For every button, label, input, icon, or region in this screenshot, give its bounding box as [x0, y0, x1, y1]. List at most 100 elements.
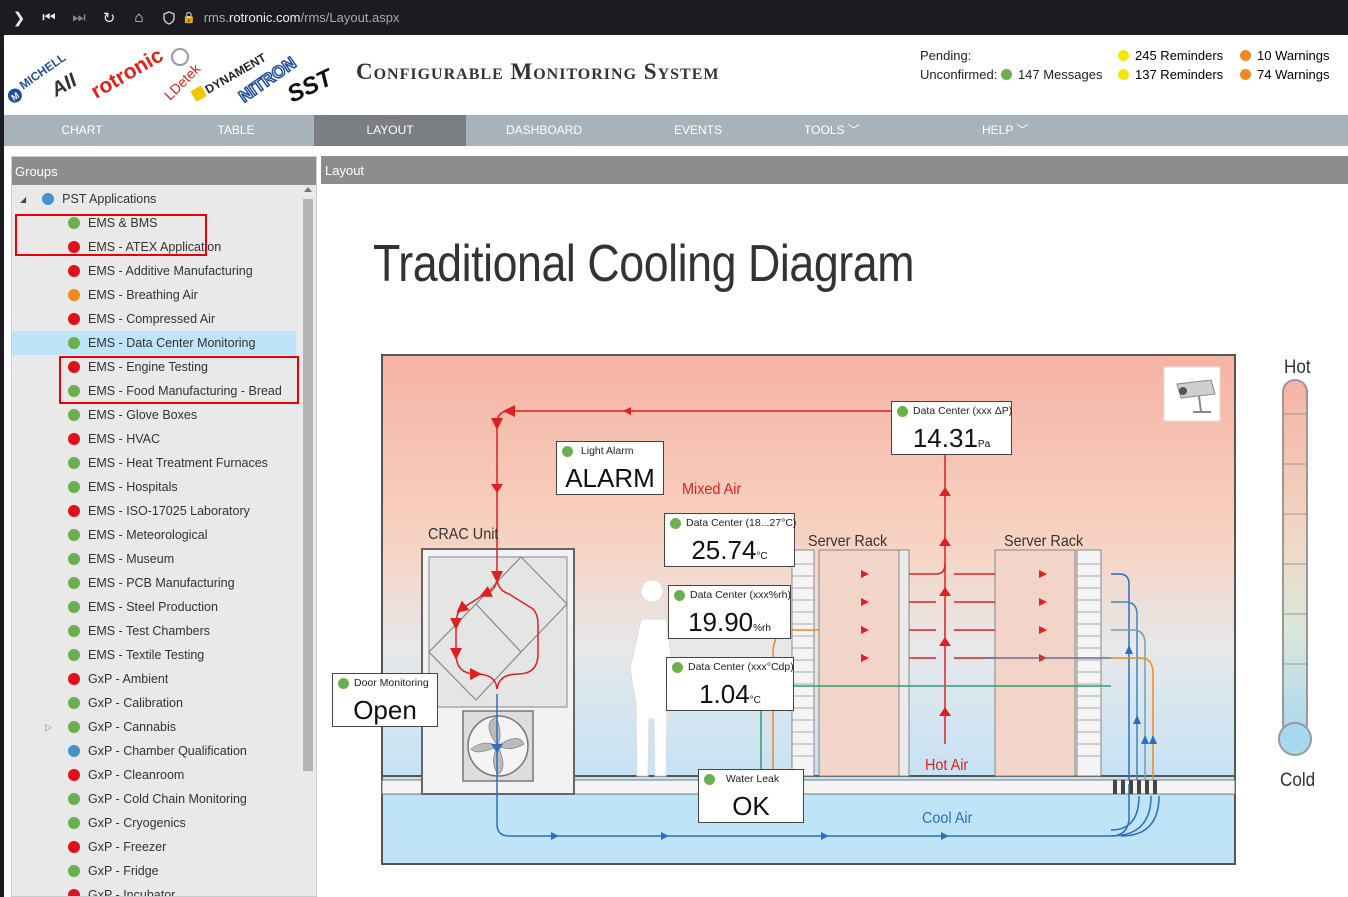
hot-air-label: Hot Air [925, 757, 969, 774]
tree-scrollbar[interactable] [300, 185, 316, 896]
menu-dashboard[interactable]: DASHBOARD [486, 115, 602, 146]
status-dot-icon [68, 409, 80, 421]
expand-triangle-icon[interactable]: ▷ [45, 722, 52, 733]
status-dot-icon [68, 289, 80, 301]
pending-status: Pending: Unconfirmed: 147 Messages [920, 46, 1103, 84]
warnings-unconfirmed[interactable]: 74 Warnings [1257, 65, 1330, 84]
tree-root[interactable]: ◢ PST Applications [20, 187, 304, 211]
tree-item[interactable]: EMS - PCB Manufacturing [12, 571, 296, 595]
reminders-pending[interactable]: 245 Reminders [1135, 46, 1223, 65]
reload-icon[interactable]: ↻ [98, 7, 120, 29]
server-rack-2-label: Server Rack [1004, 533, 1084, 550]
groups-panel: Groups ◢ PST Applications EMS & BMS EMS -… [11, 156, 317, 897]
home-icon[interactable]: ⌂ [128, 7, 150, 29]
reminder-icon [1118, 50, 1129, 61]
menu-tools[interactable]: TOOLS ﹀ [804, 115, 894, 146]
status-dot-icon [68, 889, 80, 896]
tree-item[interactable]: GxP - Cryogenics [12, 811, 296, 835]
app-title: Configurable Monitoring System [356, 59, 720, 84]
tree-item[interactable]: EMS - Test Chambers [12, 619, 296, 643]
browser-toolbar: ❯ ⏮ ⏭ ↻ ⌂ 🔒 rms. rotronic.com/rms/Layout.… [0, 0, 1348, 35]
tree-item-label: GxP - Incubator [88, 888, 176, 897]
sensor-dewpoint[interactable]: Data Center (xxx°Cdp) 1.04°C [666, 657, 794, 711]
tree-item[interactable]: EMS - Breathing Air [12, 283, 296, 307]
sensor-humidity-value: 19.90 [688, 607, 754, 637]
tree-item[interactable]: EMS - Additive Manufacturing [12, 259, 296, 283]
tree-item[interactable]: EMS - Steel Production [12, 595, 296, 619]
tree-item[interactable]: GxP - Freezer [12, 835, 296, 859]
status-dot-icon [68, 505, 80, 517]
sensor-humidity[interactable]: Data Center (xxx%rh) 19.90%rh [668, 585, 791, 639]
tree-item[interactable]: GxP - Chamber Qualification [12, 739, 296, 763]
skip-forward-icon[interactable]: ⏭ [68, 7, 90, 29]
address-bar[interactable]: 🔒 rms. rotronic.com/rms/Layout.aspx [162, 10, 400, 25]
sensor-door[interactable]: Door Monitoring Open [332, 673, 438, 727]
messages-status-icon [1000, 69, 1012, 80]
tree-item[interactable]: GxP - Cleanroom [12, 763, 296, 787]
tree-item-label: EMS - ISO-17025 Laboratory [88, 504, 250, 518]
status-dot-icon [42, 193, 55, 205]
url-host: rotronic.com [228, 10, 301, 25]
tree-item[interactable]: GxP - Cold Chain Monitoring [12, 787, 296, 811]
tree-item-label: GxP - Cryogenics [88, 816, 186, 830]
menu-help[interactable]: HELP ﹀ [982, 115, 1072, 146]
tree-item[interactable]: GxP - Ambient [12, 667, 296, 691]
layout-panel: Layout Traditional Cooling Diagram CRAC … [321, 156, 1348, 897]
skip-back-icon[interactable]: ⏮ [38, 7, 60, 29]
scroll-up-icon[interactable] [304, 187, 312, 192]
menu-chart[interactable]: CHART [24, 115, 140, 146]
tree-item[interactable]: GxP - Calibration [12, 691, 296, 715]
tree-item[interactable]: GxP - Fridge [12, 859, 296, 883]
tree-item-label: EMS - HVAC [88, 432, 160, 446]
sensor-light-alarm[interactable]: Light Alarm ALARM [556, 441, 664, 495]
svg-text:AII: AII [47, 69, 81, 102]
status-dot-icon [68, 769, 80, 781]
aii-logo: AII [47, 69, 81, 102]
tree-item[interactable]: EMS - Data Center Monitoring [12, 331, 296, 355]
status-dot-icon [68, 673, 80, 685]
reminders-unconfirmed[interactable]: 137 Reminders [1135, 65, 1223, 84]
forward-icon[interactable]: ❯ [8, 7, 30, 29]
warning-icon [1240, 69, 1251, 80]
status-dot-icon [562, 445, 573, 457]
sensor-temperature-value: 25.74 [691, 535, 757, 565]
tree-root-label: PST Applications [62, 192, 157, 206]
scroll-thumb[interactable] [303, 199, 313, 771]
svg-text:rotronic: rotronic [87, 44, 167, 104]
warnings-pending[interactable]: 10 Warnings [1257, 46, 1330, 65]
camera-icon[interactable] [1163, 366, 1221, 422]
sensor-temperature[interactable]: Data Center (18...27°C) 25.74°C [664, 513, 796, 567]
url-path: /rms/Layout.aspx [300, 10, 400, 25]
tree-item-label: GxP - Ambient [88, 672, 169, 686]
tree-item[interactable]: ▷ GxP - Cannabis [12, 715, 296, 739]
menu-table[interactable]: TABLE [178, 115, 294, 146]
status-dot-icon [68, 841, 80, 853]
menu-events[interactable]: EVENTS [640, 115, 756, 146]
messages-count[interactable]: 147 Messages [1018, 65, 1103, 84]
status-dot-icon [897, 405, 908, 417]
server-rack-2 [994, 549, 1102, 777]
sensor-water-leak-label: Water Leak [725, 773, 780, 785]
collapse-triangle-icon[interactable]: ◢ [20, 195, 26, 204]
tree-item[interactable]: EMS - Textile Testing [12, 643, 296, 667]
pending-label: Pending: [920, 48, 972, 63]
tree-item-label: EMS - Additive Manufacturing [88, 264, 253, 278]
tree-item[interactable]: EMS - Museum [12, 547, 296, 571]
tree-item[interactable]: GxP - Incubator [12, 883, 296, 897]
tree-item-label: EMS - Data Center Monitoring [88, 336, 256, 350]
tree-item-label: EMS - Textile Testing [88, 648, 205, 662]
rotronic-logo: rotronic [87, 44, 167, 104]
menu-layout[interactable]: LAYOUT [314, 115, 466, 146]
tree-item[interactable]: EMS - ISO-17025 Laboratory [12, 499, 296, 523]
sensor-pressure[interactable]: Data Center (xxx ΔP) 14.31Pa [891, 401, 1012, 455]
tree-item[interactable]: EMS - Glove Boxes [12, 403, 296, 427]
chevron-down-icon: ﹀ [847, 123, 860, 137]
tree-item[interactable]: EMS - Heat Treatment Furnaces [12, 451, 296, 475]
tree-item[interactable]: EMS - HVAC [12, 427, 296, 451]
status-dot-icon [670, 517, 681, 529]
tree-item[interactable]: EMS - Hospitals [12, 475, 296, 499]
tree-item-label: EMS - Test Chambers [88, 624, 211, 638]
sensor-water-leak[interactable]: Water Leak OK [698, 769, 804, 823]
tree-item[interactable]: EMS - Meteorological [12, 523, 296, 547]
tree-item[interactable]: EMS - Compressed Air [12, 307, 296, 331]
